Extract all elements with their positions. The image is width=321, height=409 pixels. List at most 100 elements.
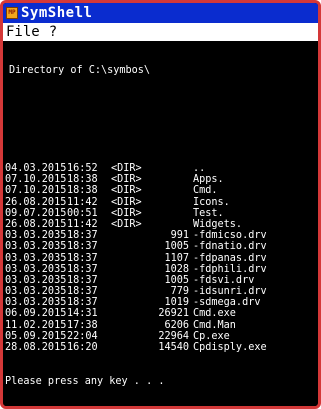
entry-date: 03.03.2035 <box>5 274 67 286</box>
directory-listing: 04.03.2015 16:52 <DIR>.. 07.10.2015 18:38 <DI… <box>5 163 316 353</box>
directory-entry: 26.08.2015 11:42 <DIR> Widgets. <box>5 219 316 230</box>
entry-name: -fdpanas.drv <box>193 252 267 264</box>
entry-dir-flag: <DIR> <box>111 207 142 219</box>
symshell-window: MP SymShell File ? Directory of C:\symbo… <box>0 0 321 409</box>
entry-dir-flag <box>111 230 145 241</box>
entry-dir-flag <box>111 253 145 264</box>
entry-date: 04.03.2015 <box>5 163 67 174</box>
menu-bar: File ? <box>3 23 318 42</box>
entry-size: 6206 <box>164 319 189 331</box>
entry-name: -fdnatio.drv <box>193 241 267 253</box>
entry-name: -fdphili.drv <box>193 263 267 275</box>
entry-time: 18:37 <box>67 241 98 253</box>
entry-name: Cmd.exe <box>193 308 236 320</box>
entry-name: -sdmega.drv <box>193 297 261 309</box>
entry-dir-flag <box>111 342 145 353</box>
entry-size <box>145 197 189 208</box>
entry-name: Icons. <box>193 196 230 208</box>
directory-entry: 05.09.2015 22:04 22964 Cp.exe <box>5 331 316 342</box>
entry-date: 26.08.2015 <box>5 196 67 208</box>
app-icon[interactable]: MP <box>6 7 18 19</box>
press-key-prompt: Please press any key . . . <box>5 376 316 387</box>
entry-size: 991 <box>170 230 189 242</box>
entry-time: 18:37 <box>67 286 98 298</box>
directory-entry: 03.03.2035 18:37 1005 -fdnatio.drv <box>5 241 316 252</box>
prompt-text: Please press any key . . . <box>5 375 165 387</box>
entry-size: 1005 <box>164 274 189 286</box>
entry-date: 03.03.2035 <box>5 286 67 298</box>
directory-entry: 11.02.2015 17:38 6206 Cmd.Man <box>5 320 316 331</box>
entry-name: -fdmicso.drv <box>193 230 267 242</box>
entry-size: 779 <box>170 286 189 298</box>
entry-date: 06.09.2015 <box>5 308 67 320</box>
entry-size <box>145 208 189 219</box>
entry-time: 16:20 <box>67 342 98 353</box>
entry-date: 03.03.2035 <box>5 252 67 264</box>
directory-entry: 09.07.2015 00:51 <DIR> Test. <box>5 208 316 219</box>
entry-name: Widgets. <box>193 218 243 230</box>
directory-entry: 26.08.2015 11:42 <DIR> Icons. <box>5 197 316 208</box>
entry-name: .. <box>193 163 206 174</box>
entry-dir-flag: <DIR> <box>111 185 142 197</box>
entry-size: 1019 <box>164 297 189 309</box>
entry-dir-flag <box>111 275 145 286</box>
entry-time: 11:42 <box>67 218 98 230</box>
entry-date: 07.10.2015 <box>5 185 67 197</box>
directory-entry: 03.03.2035 18:37 1019 -sdmega.drv <box>5 297 316 308</box>
entry-name: Apps. <box>193 174 224 186</box>
entry-size: 1028 <box>164 263 189 275</box>
entry-time: 18:38 <box>67 185 98 197</box>
window-title: SymShell <box>21 5 93 21</box>
entry-time: 18:37 <box>67 252 98 264</box>
directory-entry: 03.03.2035 18:37 1005 -fdsvi.drv <box>5 275 316 286</box>
directory-header: Directory of C:\symbos\ <box>9 65 151 77</box>
entry-time: 18:37 <box>67 230 98 242</box>
entry-time: 00:51 <box>67 207 98 219</box>
entry-date: 07.10.2015 <box>5 174 67 186</box>
entry-time: 18:37 <box>67 297 98 309</box>
menu-file[interactable]: File <box>6 24 46 40</box>
entry-dir-flag <box>111 241 145 252</box>
entry-dir-flag: <DIR> <box>111 174 142 186</box>
entry-size: 22964 <box>158 330 189 342</box>
directory-entry: 07.10.2015 18:38 <DIR> Apps. <box>5 174 316 185</box>
entry-size: 14540 <box>158 342 189 353</box>
entry-dir-flag <box>111 264 145 275</box>
entry-name: Test. <box>193 207 224 219</box>
entry-name: Cpdisply.exe <box>193 342 267 353</box>
console-output[interactable]: Directory of C:\symbos\ 04.03.2015 16:52 <… <box>5 43 316 406</box>
entry-dir-flag: <DIR> <box>111 163 142 174</box>
entry-date: 03.03.2035 <box>5 230 67 242</box>
entry-name: Cmd. <box>193 185 218 197</box>
entry-size <box>145 185 189 196</box>
entry-dir-flag <box>111 286 145 297</box>
entry-date: 26.08.2015 <box>5 218 67 230</box>
entry-time: 18:37 <box>67 274 98 286</box>
entry-size <box>145 174 189 185</box>
entry-size <box>145 219 189 230</box>
entry-dir-flag <box>111 331 145 342</box>
entry-time: 14:31 <box>67 308 98 320</box>
menu-help[interactable]: ? <box>49 24 63 40</box>
entry-size: 1005 <box>164 241 189 253</box>
entry-name: -idsunri.drv <box>193 286 267 298</box>
entry-dir-flag: <DIR> <box>111 196 142 208</box>
directory-entry: 28.08.2015 16:20 14540 Cpdisply.exe <box>5 342 316 353</box>
entry-time: 16:52 <box>67 163 98 174</box>
entry-dir-flag: <DIR> <box>111 218 142 230</box>
entry-size: 1107 <box>164 252 189 264</box>
entry-time: 18:38 <box>67 174 98 186</box>
directory-entry: 03.03.2035 18:37 1107 -fdpanas.drv <box>5 253 316 264</box>
entry-date: 03.03.2035 <box>5 297 67 309</box>
directory-entry: 03.03.2035 18:37 991 -fdmicso.drv <box>5 230 316 241</box>
entry-size <box>145 163 189 174</box>
title-bar[interactable]: MP SymShell <box>3 3 318 23</box>
entry-date: 11.02.2015 <box>5 319 67 331</box>
entry-date: 03.03.2035 <box>5 241 67 253</box>
entry-time: 18:37 <box>67 263 98 275</box>
entry-name: Cmd.Man <box>193 319 236 331</box>
directory-entry: 06.09.2015 14:31 26921 Cmd.exe <box>5 308 316 319</box>
directory-entry: 04.03.2015 16:52 <DIR>.. <box>5 163 316 174</box>
directory-entry: 07.10.2015 18:38 <DIR> Cmd. <box>5 185 316 196</box>
